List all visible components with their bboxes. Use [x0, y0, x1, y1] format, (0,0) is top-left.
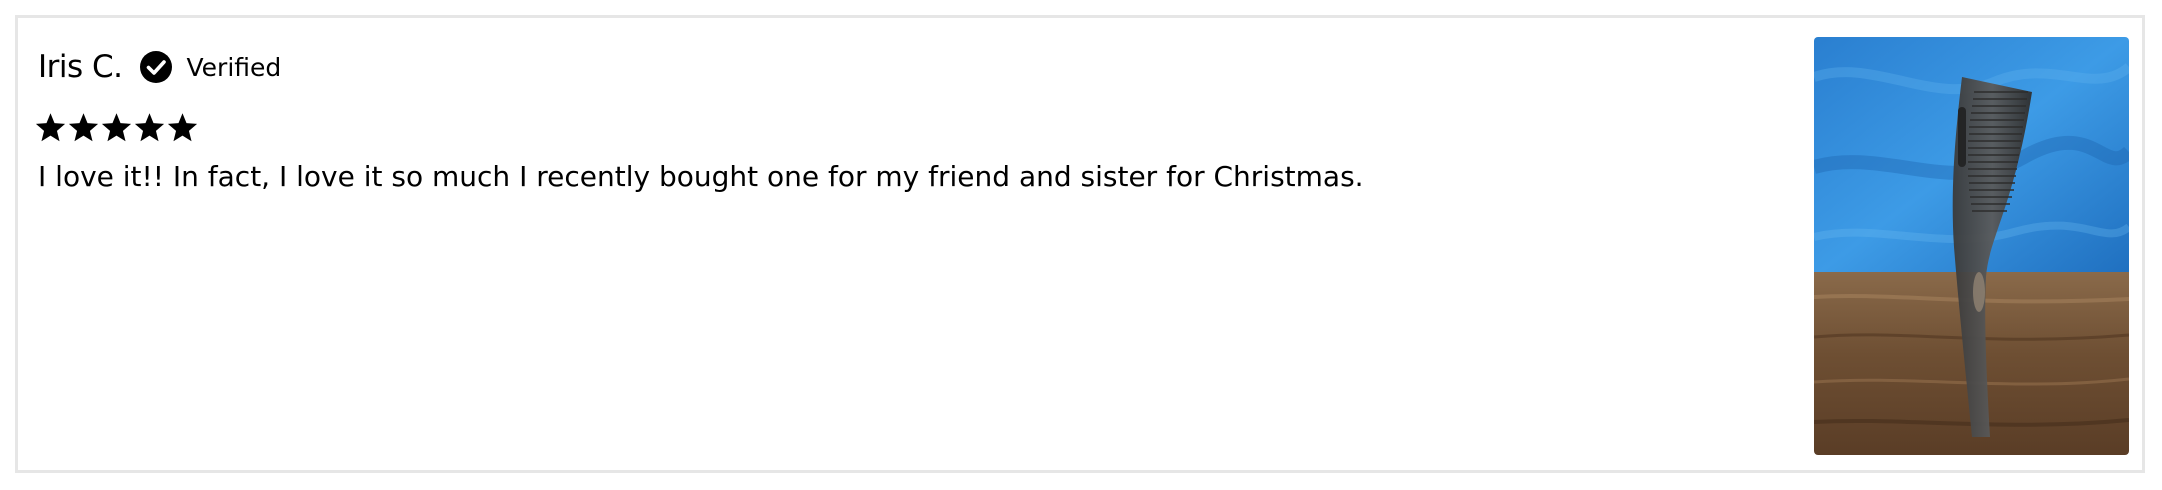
verified-label: Verified [186, 52, 282, 82]
star-icon [68, 112, 99, 143]
review-photo[interactable] [1814, 37, 2129, 455]
review-text: I love it!! In fact, I love it so much I… [38, 160, 1364, 193]
star-icon [134, 112, 165, 143]
reviewer-name: Iris C. [38, 49, 123, 85]
review-header: Iris C. Verified [38, 42, 281, 92]
star-rating [35, 112, 198, 143]
star-icon [35, 112, 66, 143]
check-circle-icon [139, 50, 173, 84]
star-icon [101, 112, 132, 143]
review-card: Iris C. Verified I love it!! In fact, I … [15, 15, 2145, 473]
star-icon [167, 112, 198, 143]
